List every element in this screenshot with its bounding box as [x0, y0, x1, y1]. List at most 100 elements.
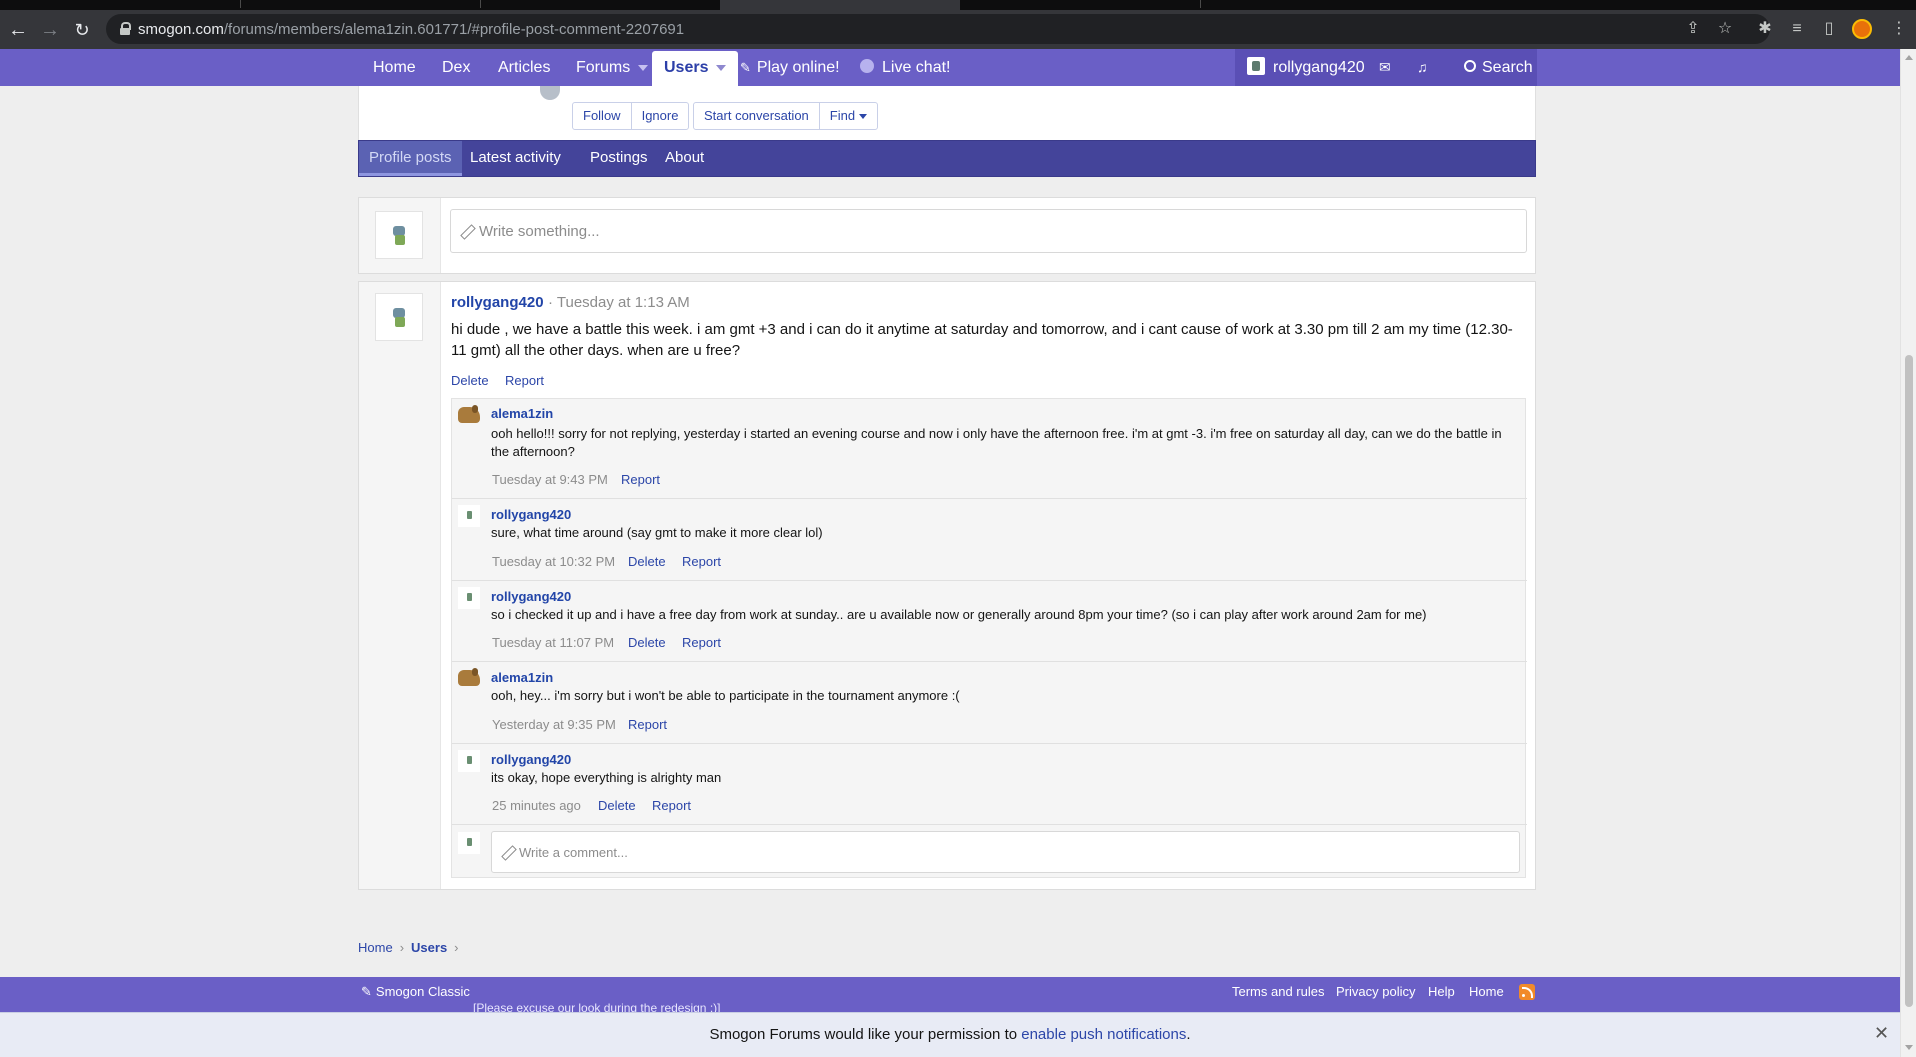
- footer-terms-link[interactable]: Terms and rules: [1232, 977, 1324, 1007]
- user-avatar: [1247, 56, 1265, 75]
- nav-play-online[interactable]: ✎ Play online!: [728, 49, 852, 86]
- ignore-button[interactable]: Ignore: [632, 103, 689, 129]
- comment-timestamp[interactable]: Tuesday at 9:43 PM: [492, 472, 608, 487]
- pencil-icon: [461, 225, 473, 237]
- comment-author[interactable]: alema1zin: [491, 406, 553, 421]
- tab-about[interactable]: About: [655, 141, 714, 176]
- comment-report-link[interactable]: Report: [621, 472, 660, 487]
- avatar[interactable]: [458, 750, 480, 772]
- comment-author[interactable]: rollygang420: [491, 589, 571, 604]
- new-post-input[interactable]: Write something...: [450, 209, 1527, 253]
- rss-icon[interactable]: [1519, 984, 1535, 1000]
- avatar[interactable]: [458, 668, 480, 690]
- comment-divider: [452, 498, 1527, 499]
- browser-profile-avatar[interactable]: [1852, 19, 1872, 39]
- nav-articles[interactable]: Articles: [486, 49, 562, 86]
- scroll-thumb[interactable]: [1905, 355, 1913, 1007]
- chevron-down-icon[interactable]: [716, 64, 727, 71]
- breadcrumb-users[interactable]: Users: [411, 940, 447, 955]
- start-conversation-button[interactable]: Start conversation: [694, 103, 820, 129]
- comment-body: so i checked it up and i have a free day…: [491, 607, 1427, 622]
- post-author[interactable]: rollygang420: [451, 294, 544, 311]
- comment-author[interactable]: rollygang420: [491, 507, 571, 522]
- push-text: Smogon Forums would like your permission…: [709, 1026, 1018, 1043]
- comment-timestamp[interactable]: 25 minutes ago: [492, 798, 581, 813]
- comment-report-link[interactable]: Report: [682, 554, 721, 569]
- extensions-icon[interactable]: ✱: [1754, 18, 1776, 40]
- post-delete-link[interactable]: Delete: [451, 373, 489, 388]
- post-gutter: [359, 282, 441, 889]
- page-scrollbar[interactable]: [1900, 49, 1916, 1057]
- post-report-link[interactable]: Report: [505, 373, 544, 388]
- lock-icon: [120, 22, 131, 35]
- find-button[interactable]: Find: [820, 103, 877, 129]
- menu-icon[interactable]: ⋮: [1888, 18, 1910, 40]
- play-icon: ✎: [740, 60, 751, 75]
- search-label: Search: [1482, 59, 1533, 76]
- chevron-down-icon[interactable]: [638, 64, 649, 71]
- comment-timestamp[interactable]: Yesterday at 9:35 PM: [492, 717, 616, 732]
- footer-home-link[interactable]: Home: [1469, 977, 1504, 1007]
- comment-author[interactable]: alema1zin: [491, 670, 553, 685]
- comment-delete-link[interactable]: Delete: [628, 554, 666, 569]
- pencil-icon: [502, 846, 514, 858]
- avatar[interactable]: [458, 405, 480, 427]
- nav-dex[interactable]: Dex: [430, 49, 482, 86]
- comment-delete-link[interactable]: Delete: [598, 798, 636, 813]
- tab-latest-activity[interactable]: Latest activity: [460, 141, 571, 176]
- avatar[interactable]: [458, 505, 480, 527]
- comment-report-link[interactable]: Report: [652, 798, 691, 813]
- comment-delete-link[interactable]: Delete: [628, 635, 666, 650]
- account-link[interactable]: rollygang420: [1235, 49, 1377, 86]
- enable-push-link[interactable]: enable push notifications: [1021, 1026, 1186, 1043]
- comment-report-link[interactable]: Report: [682, 635, 721, 650]
- user-sprite: [391, 226, 409, 246]
- envelope-icon[interactable]: ✉: [1367, 49, 1403, 86]
- comment-timestamp[interactable]: Tuesday at 11:07 PM: [492, 635, 614, 650]
- new-post-placeholder: Write something...: [479, 223, 600, 240]
- comment-timestamp[interactable]: Tuesday at 10:32 PM: [492, 554, 615, 569]
- push-notification-banner: Smogon Forums would like your permission…: [0, 1012, 1900, 1057]
- footer-help-link[interactable]: Help: [1428, 977, 1455, 1007]
- active-browser-tab[interactable]: [720, 0, 960, 10]
- push-text-end: .: [1186, 1026, 1191, 1043]
- search-button[interactable]: Search: [1452, 49, 1545, 86]
- comment-body: sure, what time around (say gmt to make …: [491, 525, 823, 540]
- tab-profile-posts[interactable]: Profile posts: [359, 141, 462, 176]
- follow-button[interactable]: Follow: [573, 103, 632, 129]
- avatar[interactable]: [375, 211, 423, 259]
- nav-home[interactable]: Home: [361, 49, 428, 86]
- comment-input[interactable]: Write a comment...: [491, 831, 1520, 873]
- avatar[interactable]: [458, 587, 480, 609]
- sidepanel-icon[interactable]: ▯: [1818, 18, 1840, 40]
- find-label: Find: [829, 108, 856, 123]
- media-icon[interactable]: ≡: [1786, 18, 1808, 40]
- nav-live-chat-label: Live chat!: [882, 59, 951, 76]
- comment-body: ooh hello!!! sorry for not replying, yes…: [491, 426, 1502, 459]
- nav-forums[interactable]: Forums: [564, 49, 660, 86]
- post-timestamp[interactable]: · Tuesday at 1:13 AM: [548, 294, 690, 311]
- comment-author[interactable]: rollygang420: [491, 752, 571, 767]
- address-bar[interactable]: smogon.com/forums/members/alema1zin.6017…: [106, 14, 1770, 44]
- scroll-up-icon[interactable]: [1905, 55, 1913, 60]
- star-icon[interactable]: ☆: [1714, 18, 1736, 40]
- back-arrow-icon[interactable]: ←: [6, 18, 30, 42]
- breadcrumb-home[interactable]: Home: [358, 940, 393, 955]
- browser-toolbar: ← → ↻ smogon.com/forums/members/alema1zi…: [0, 10, 1916, 49]
- share-icon[interactable]: ⇪: [1682, 18, 1704, 40]
- avatar[interactable]: [375, 293, 423, 341]
- close-icon[interactable]: ✕: [1874, 1023, 1889, 1044]
- search-icon: [1464, 59, 1476, 72]
- nav-forums-label: Forums: [576, 59, 631, 76]
- scroll-down-icon[interactable]: [1905, 1045, 1913, 1050]
- forward-arrow-icon[interactable]: →: [38, 18, 62, 42]
- nav-live-chat[interactable]: Live chat!: [848, 49, 962, 86]
- bell-icon[interactable]: ♫: [1405, 49, 1440, 86]
- style-chooser-link[interactable]: ✎ Smogon Classic: [361, 977, 470, 1007]
- comment-report-link[interactable]: Report: [628, 717, 667, 732]
- nav-users[interactable]: Users: [652, 51, 739, 86]
- reload-icon[interactable]: ↻: [70, 18, 94, 42]
- tab-separator: [1200, 0, 1201, 8]
- tab-postings[interactable]: Postings: [580, 141, 658, 176]
- footer-privacy-link[interactable]: Privacy policy: [1336, 977, 1415, 1007]
